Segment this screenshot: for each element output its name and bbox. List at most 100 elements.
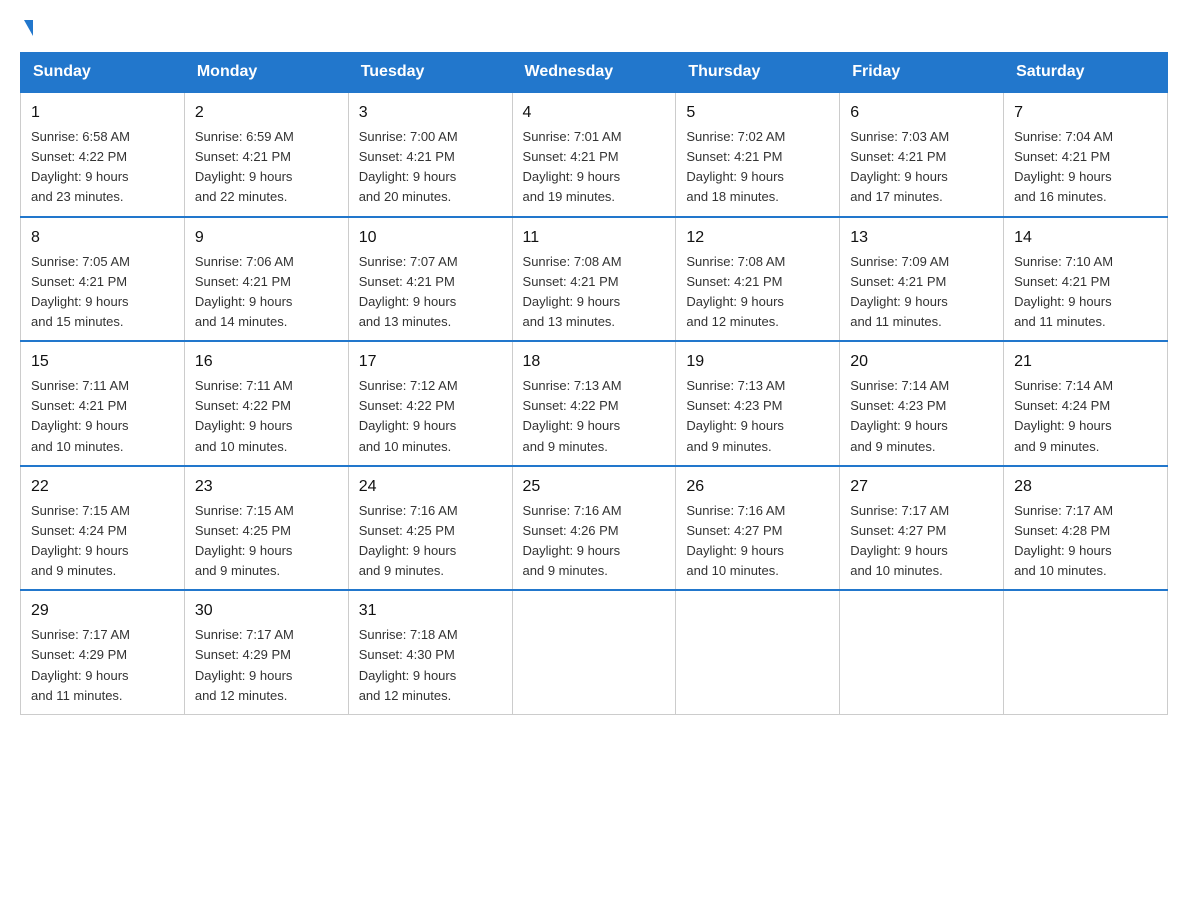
- day-number: 13: [850, 226, 993, 250]
- header-friday: Friday: [840, 53, 1004, 93]
- calendar-day-cell: 31Sunrise: 7:18 AMSunset: 4:30 PMDayligh…: [348, 590, 512, 714]
- calendar-week-row: 8Sunrise: 7:05 AMSunset: 4:21 PMDaylight…: [21, 217, 1168, 342]
- day-info: Sunrise: 7:16 AMSunset: 4:26 PMDaylight:…: [523, 501, 666, 582]
- day-info: Sunrise: 7:00 AMSunset: 4:21 PMDaylight:…: [359, 127, 502, 208]
- calendar-day-cell: 28Sunrise: 7:17 AMSunset: 4:28 PMDayligh…: [1004, 466, 1168, 591]
- day-info: Sunrise: 7:15 AMSunset: 4:24 PMDaylight:…: [31, 501, 174, 582]
- header-monday: Monday: [184, 53, 348, 93]
- day-number: 16: [195, 350, 338, 374]
- day-info: Sunrise: 7:13 AMSunset: 4:22 PMDaylight:…: [523, 376, 666, 457]
- calendar-day-cell: 6Sunrise: 7:03 AMSunset: 4:21 PMDaylight…: [840, 92, 1004, 217]
- calendar-table: SundayMondayTuesdayWednesdayThursdayFrid…: [20, 52, 1168, 715]
- day-info: Sunrise: 7:08 AMSunset: 4:21 PMDaylight:…: [523, 252, 666, 333]
- calendar-day-cell: 8Sunrise: 7:05 AMSunset: 4:21 PMDaylight…: [21, 217, 185, 342]
- calendar-day-cell: 13Sunrise: 7:09 AMSunset: 4:21 PMDayligh…: [840, 217, 1004, 342]
- calendar-day-cell: 2Sunrise: 6:59 AMSunset: 4:21 PMDaylight…: [184, 92, 348, 217]
- day-number: 12: [686, 226, 829, 250]
- header-saturday: Saturday: [1004, 53, 1168, 93]
- day-info: Sunrise: 7:16 AMSunset: 4:27 PMDaylight:…: [686, 501, 829, 582]
- day-info: Sunrise: 7:17 AMSunset: 4:29 PMDaylight:…: [195, 625, 338, 706]
- calendar-day-cell: 12Sunrise: 7:08 AMSunset: 4:21 PMDayligh…: [676, 217, 840, 342]
- day-info: Sunrise: 7:11 AMSunset: 4:21 PMDaylight:…: [31, 376, 174, 457]
- day-number: 9: [195, 226, 338, 250]
- calendar-day-cell: 29Sunrise: 7:17 AMSunset: 4:29 PMDayligh…: [21, 590, 185, 714]
- calendar-day-cell: 9Sunrise: 7:06 AMSunset: 4:21 PMDaylight…: [184, 217, 348, 342]
- calendar-week-row: 15Sunrise: 7:11 AMSunset: 4:21 PMDayligh…: [21, 341, 1168, 466]
- day-info: Sunrise: 7:17 AMSunset: 4:28 PMDaylight:…: [1014, 501, 1157, 582]
- day-number: 6: [850, 101, 993, 125]
- calendar-day-cell: 19Sunrise: 7:13 AMSunset: 4:23 PMDayligh…: [676, 341, 840, 466]
- day-info: Sunrise: 7:15 AMSunset: 4:25 PMDaylight:…: [195, 501, 338, 582]
- header-tuesday: Tuesday: [348, 53, 512, 93]
- calendar-day-cell: 1Sunrise: 6:58 AMSunset: 4:22 PMDaylight…: [21, 92, 185, 217]
- day-number: 3: [359, 101, 502, 125]
- calendar-day-cell: 20Sunrise: 7:14 AMSunset: 4:23 PMDayligh…: [840, 341, 1004, 466]
- calendar-week-row: 29Sunrise: 7:17 AMSunset: 4:29 PMDayligh…: [21, 590, 1168, 714]
- day-number: 23: [195, 475, 338, 499]
- day-number: 22: [31, 475, 174, 499]
- day-number: 1: [31, 101, 174, 125]
- calendar-day-cell: 24Sunrise: 7:16 AMSunset: 4:25 PMDayligh…: [348, 466, 512, 591]
- calendar-day-cell: [840, 590, 1004, 714]
- calendar-day-cell: 15Sunrise: 7:11 AMSunset: 4:21 PMDayligh…: [21, 341, 185, 466]
- day-number: 29: [31, 599, 174, 623]
- calendar-day-cell: 3Sunrise: 7:00 AMSunset: 4:21 PMDaylight…: [348, 92, 512, 217]
- day-info: Sunrise: 7:02 AMSunset: 4:21 PMDaylight:…: [686, 127, 829, 208]
- day-info: Sunrise: 7:04 AMSunset: 4:21 PMDaylight:…: [1014, 127, 1157, 208]
- calendar-week-row: 1Sunrise: 6:58 AMSunset: 4:22 PMDaylight…: [21, 92, 1168, 217]
- calendar-day-cell: 7Sunrise: 7:04 AMSunset: 4:21 PMDaylight…: [1004, 92, 1168, 217]
- calendar-day-cell: 21Sunrise: 7:14 AMSunset: 4:24 PMDayligh…: [1004, 341, 1168, 466]
- day-number: 26: [686, 475, 829, 499]
- day-number: 21: [1014, 350, 1157, 374]
- calendar-day-cell: [676, 590, 840, 714]
- calendar-day-cell: 10Sunrise: 7:07 AMSunset: 4:21 PMDayligh…: [348, 217, 512, 342]
- calendar-day-cell: 22Sunrise: 7:15 AMSunset: 4:24 PMDayligh…: [21, 466, 185, 591]
- day-info: Sunrise: 7:12 AMSunset: 4:22 PMDaylight:…: [359, 376, 502, 457]
- calendar-day-cell: 23Sunrise: 7:15 AMSunset: 4:25 PMDayligh…: [184, 466, 348, 591]
- day-number: 20: [850, 350, 993, 374]
- calendar-header-row: SundayMondayTuesdayWednesdayThursdayFrid…: [21, 53, 1168, 93]
- day-number: 4: [523, 101, 666, 125]
- day-number: 19: [686, 350, 829, 374]
- page-header: [20, 20, 1168, 36]
- day-info: Sunrise: 7:03 AMSunset: 4:21 PMDaylight:…: [850, 127, 993, 208]
- calendar-day-cell: [1004, 590, 1168, 714]
- calendar-day-cell: [512, 590, 676, 714]
- logo-arrow-icon: [24, 20, 33, 36]
- logo: [20, 20, 33, 36]
- calendar-day-cell: 5Sunrise: 7:02 AMSunset: 4:21 PMDaylight…: [676, 92, 840, 217]
- calendar-day-cell: 4Sunrise: 7:01 AMSunset: 4:21 PMDaylight…: [512, 92, 676, 217]
- header-wednesday: Wednesday: [512, 53, 676, 93]
- day-number: 7: [1014, 101, 1157, 125]
- day-info: Sunrise: 6:58 AMSunset: 4:22 PMDaylight:…: [31, 127, 174, 208]
- day-info: Sunrise: 7:08 AMSunset: 4:21 PMDaylight:…: [686, 252, 829, 333]
- day-info: Sunrise: 7:06 AMSunset: 4:21 PMDaylight:…: [195, 252, 338, 333]
- day-info: Sunrise: 7:01 AMSunset: 4:21 PMDaylight:…: [523, 127, 666, 208]
- day-number: 14: [1014, 226, 1157, 250]
- day-number: 25: [523, 475, 666, 499]
- day-info: Sunrise: 6:59 AMSunset: 4:21 PMDaylight:…: [195, 127, 338, 208]
- day-number: 28: [1014, 475, 1157, 499]
- day-info: Sunrise: 7:17 AMSunset: 4:27 PMDaylight:…: [850, 501, 993, 582]
- calendar-day-cell: 11Sunrise: 7:08 AMSunset: 4:21 PMDayligh…: [512, 217, 676, 342]
- calendar-day-cell: 18Sunrise: 7:13 AMSunset: 4:22 PMDayligh…: [512, 341, 676, 466]
- calendar-day-cell: 16Sunrise: 7:11 AMSunset: 4:22 PMDayligh…: [184, 341, 348, 466]
- calendar-day-cell: 26Sunrise: 7:16 AMSunset: 4:27 PMDayligh…: [676, 466, 840, 591]
- day-info: Sunrise: 7:13 AMSunset: 4:23 PMDaylight:…: [686, 376, 829, 457]
- calendar-day-cell: 17Sunrise: 7:12 AMSunset: 4:22 PMDayligh…: [348, 341, 512, 466]
- day-number: 31: [359, 599, 502, 623]
- day-number: 5: [686, 101, 829, 125]
- day-number: 18: [523, 350, 666, 374]
- day-info: Sunrise: 7:17 AMSunset: 4:29 PMDaylight:…: [31, 625, 174, 706]
- day-number: 8: [31, 226, 174, 250]
- calendar-day-cell: 30Sunrise: 7:17 AMSunset: 4:29 PMDayligh…: [184, 590, 348, 714]
- day-info: Sunrise: 7:09 AMSunset: 4:21 PMDaylight:…: [850, 252, 993, 333]
- day-info: Sunrise: 7:18 AMSunset: 4:30 PMDaylight:…: [359, 625, 502, 706]
- day-number: 24: [359, 475, 502, 499]
- day-info: Sunrise: 7:11 AMSunset: 4:22 PMDaylight:…: [195, 376, 338, 457]
- day-info: Sunrise: 7:10 AMSunset: 4:21 PMDaylight:…: [1014, 252, 1157, 333]
- day-number: 30: [195, 599, 338, 623]
- day-number: 10: [359, 226, 502, 250]
- day-number: 11: [523, 226, 666, 250]
- calendar-day-cell: 25Sunrise: 7:16 AMSunset: 4:26 PMDayligh…: [512, 466, 676, 591]
